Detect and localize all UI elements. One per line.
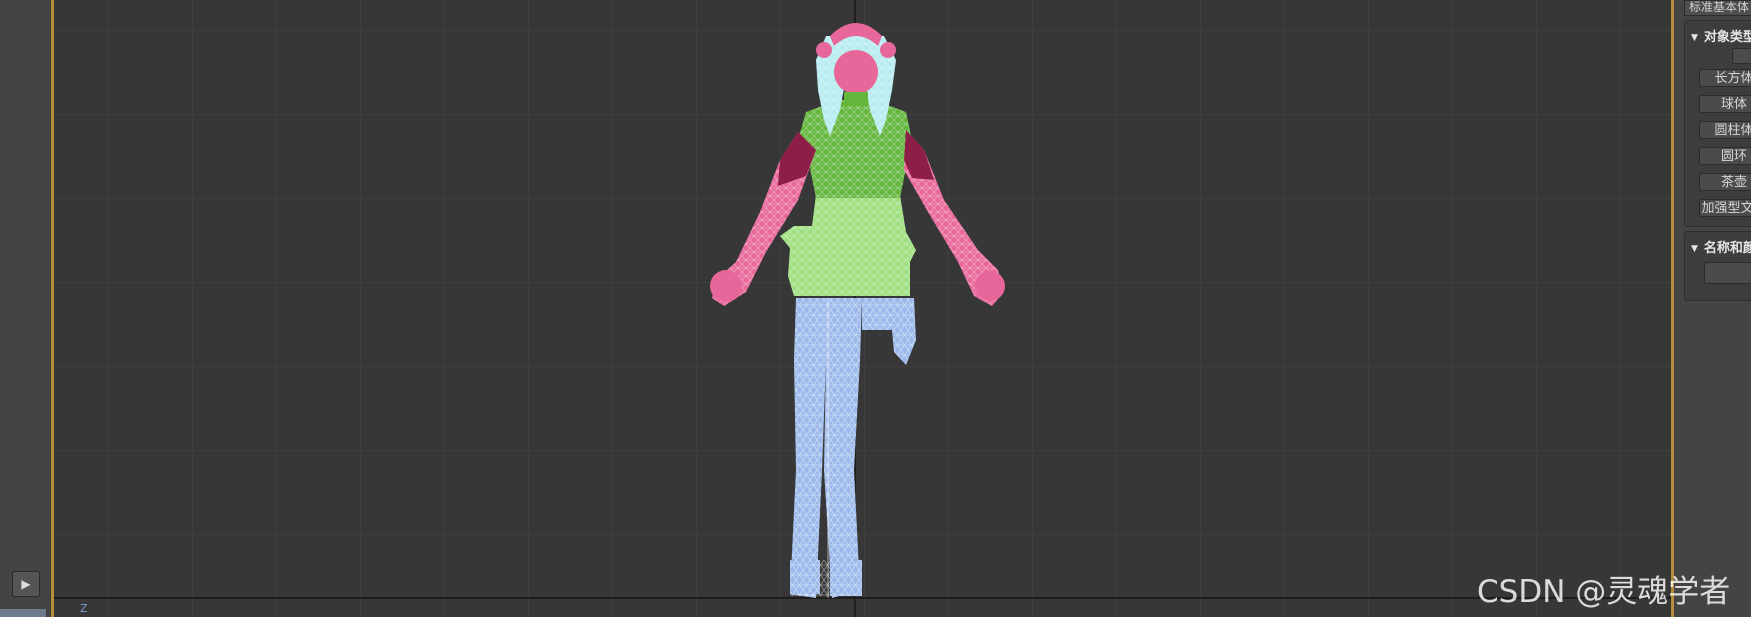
timeline-tab[interactable] — [0, 609, 46, 617]
sphere-button[interactable]: 球体 — [1699, 95, 1751, 113]
command-panel: 标准基本体 ▼对象类型 长方体 球体 圆柱体 圆环 茶壶 加强型文本 ▼名称和颜… — [1674, 0, 1751, 617]
watermark: CSDN @灵魂学者 — [1477, 574, 1731, 610]
object-name-input[interactable] — [1704, 262, 1751, 284]
category-dropdown[interactable]: 标准基本体 — [1684, 0, 1751, 16]
left-toolbar — [0, 0, 50, 617]
collapse-triangle-icon: ▼ — [1691, 33, 1698, 43]
viewport-canvas — [54, 0, 1671, 617]
cylinder-button[interactable]: 圆柱体 — [1699, 121, 1751, 139]
collapse-triangle-icon: ▼ — [1691, 244, 1698, 254]
play-icon: ▶ — [21, 577, 31, 591]
axis-label-z: Z — [80, 602, 88, 615]
torus-button[interactable]: 圆环 — [1699, 147, 1751, 165]
front-viewport[interactable]: Z — [54, 0, 1671, 617]
play-button[interactable]: ▶ — [12, 571, 40, 597]
teapot-button[interactable]: 茶壶 — [1699, 173, 1751, 191]
text-plus-button[interactable]: 加强型文本 — [1699, 199, 1751, 217]
object-type-rollout-header[interactable]: ▼ 对象类型 — [1691, 26, 1751, 45]
box-button[interactable]: 长方体 — [1699, 69, 1751, 87]
autogrid-checkbox[interactable] — [1732, 48, 1751, 64]
name-color-rollout-header[interactable]: ▼名称和颜色 — [1691, 237, 1751, 256]
